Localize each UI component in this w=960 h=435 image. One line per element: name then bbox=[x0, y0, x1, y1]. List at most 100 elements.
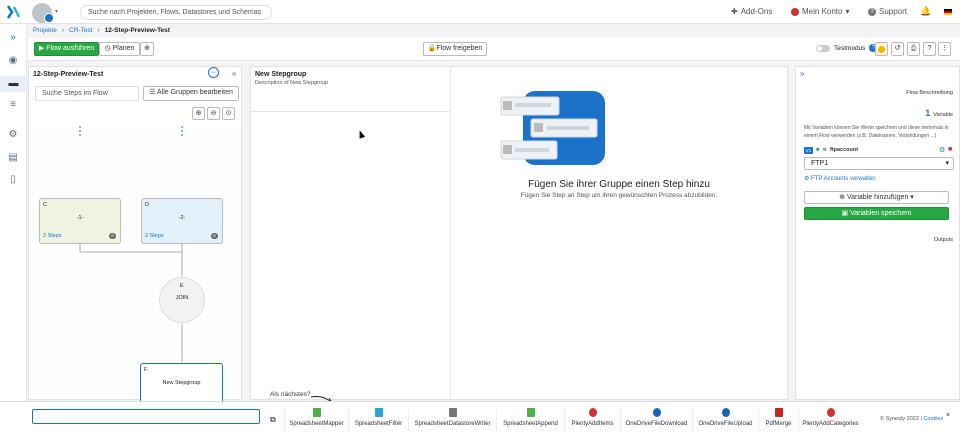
collapse-panel-icon[interactable]: « bbox=[232, 69, 236, 78]
pdf-icon bbox=[774, 408, 783, 417]
empty-steps-illustration bbox=[500, 91, 605, 165]
database-icon[interactable]: ≡ bbox=[6, 99, 20, 111]
german-flag-icon[interactable] bbox=[944, 9, 952, 15]
breadcrumb-projects[interactable]: Projekte bbox=[33, 27, 57, 34]
top-navbar: ▾ Suche nach Projekten, Flows, Datastore… bbox=[0, 0, 960, 24]
run-flow-button[interactable]: ▶ Flow ausführen bbox=[34, 42, 99, 56]
list-icon: ☰ bbox=[149, 89, 157, 96]
support-link[interactable]: ? Support bbox=[868, 7, 907, 16]
document-icon[interactable]: ▯ bbox=[6, 174, 20, 186]
filter-icon bbox=[374, 408, 383, 417]
zoom-in-icon: ⊕ bbox=[195, 110, 202, 117]
footer: © Synesty 2022 | Cookies bbox=[880, 416, 944, 422]
more-button[interactable]: ⋮ bbox=[938, 42, 951, 56]
component-item[interactable]: OneDriveFileUpload bbox=[692, 408, 758, 432]
next-step-hint: Als nächstes? bbox=[270, 391, 311, 398]
group-description: Description of New Stepgroup bbox=[255, 80, 329, 86]
step-search-input[interactable]: Suche Steps im Flow bbox=[35, 86, 139, 101]
connector-lines bbox=[79, 126, 183, 362]
status-button[interactable] bbox=[875, 42, 888, 56]
folder-icon[interactable]: ▬ bbox=[0, 76, 27, 92]
component-item[interactable]: PlentyAddItems bbox=[564, 408, 620, 432]
flow-structure-panel: 12-Step-Preview-Test « Suche Steps im Fl… bbox=[28, 66, 242, 409]
ftp-account-select[interactable]: FTP1 ▾ bbox=[804, 157, 954, 170]
testmode-toggle[interactable] bbox=[816, 44, 830, 52]
join-node[interactable]: E JOIN bbox=[159, 277, 205, 323]
breadcrumb-project[interactable]: CR-Test bbox=[69, 27, 92, 34]
component-item[interactable]: PdfMerge bbox=[758, 408, 798, 432]
zoom-in-button[interactable]: ⊕ bbox=[192, 107, 205, 120]
add-variable-button[interactable]: ⊕ Variable hinzufügen ▾ bbox=[804, 191, 949, 204]
status-dot-icon bbox=[878, 46, 885, 53]
flow-title: 12-Step-Preview-Test bbox=[33, 71, 104, 78]
step-group-node[interactable]: C -1- 2 Steps 6 bbox=[39, 198, 121, 244]
empty-state-subtitle: Fügen Sie Step an Step um ihren gewünsch… bbox=[520, 192, 718, 199]
avatar-badge-icon bbox=[44, 13, 54, 23]
question-icon: ? bbox=[927, 45, 932, 52]
print-button[interactable]: ⎙ bbox=[907, 42, 920, 56]
save-variables-button[interactable]: ▣ Variablen speichern bbox=[804, 207, 949, 220]
gear-icon[interactable]: ⚙ bbox=[939, 146, 945, 154]
edit-all-groups-button[interactable]: ☰ Alle Gruppen bearbeiten bbox=[143, 86, 239, 101]
puzzle-icon: ✚ bbox=[731, 7, 738, 16]
cloud-icon bbox=[652, 408, 661, 417]
component-item[interactable]: SpreadsheetDatastoreWriter bbox=[408, 408, 496, 432]
expand-panel-icon[interactable]: » bbox=[800, 69, 804, 78]
printer-icon: ⎙ bbox=[910, 45, 917, 52]
synesty-logo-icon[interactable] bbox=[6, 5, 22, 19]
cookies-link[interactable]: Cookies bbox=[923, 416, 943, 422]
step-group-panel: New Stepgroup Description of New Stepgro… bbox=[250, 66, 788, 400]
flow-toolbar: ▶ Flow ausführen ◷ Planen ⊕ 🔒Flow freige… bbox=[28, 38, 960, 61]
copy-icon[interactable]: ⧉ bbox=[270, 415, 276, 425]
group-title: New Stepgroup bbox=[255, 71, 307, 78]
empty-state-title: Fügen Sie ihrer Gruppe einen Step hinzu bbox=[528, 179, 710, 190]
component-item[interactable]: SpreadsheetAppend bbox=[496, 408, 564, 432]
step-group-node[interactable]: D -2- 2 Steps 6 bbox=[141, 198, 223, 244]
expand-sidebar-icon[interactable]: » bbox=[6, 32, 20, 44]
flow-canvas[interactable]: C -1- 2 Steps 6 D -2- 2 Steps 6 E JOIN F… bbox=[29, 124, 241, 409]
inbox-icon[interactable]: ▤ bbox=[6, 152, 20, 164]
trash-icon[interactable]: ■ bbox=[948, 146, 952, 153]
history-button[interactable]: ↺ bbox=[891, 42, 904, 56]
component-item[interactable]: PlentyAddCategories bbox=[798, 408, 862, 432]
variables-help-text: Mit Variablen können Sie Werte speichern… bbox=[804, 125, 949, 139]
breadcrumb: Projekte › CR-Test › 12-Step-Preview-Test bbox=[33, 27, 170, 34]
zoom-out-button[interactable]: ⊖ bbox=[207, 107, 220, 120]
globe-button[interactable]: ⊕ bbox=[140, 42, 154, 56]
chevron-down-icon[interactable]: ▾ bbox=[55, 8, 58, 15]
settings-icon[interactable]: ⚙ bbox=[6, 129, 20, 141]
zoom-out-icon: ⊖ bbox=[210, 110, 217, 117]
cloud-icon bbox=[721, 408, 730, 417]
divider bbox=[450, 67, 451, 399]
crosshair-icon: ⊙ bbox=[225, 110, 232, 117]
datastore-icon bbox=[448, 408, 457, 417]
share-flow-button[interactable]: 🔒Flow freigeben bbox=[423, 42, 487, 56]
help-icon: ? bbox=[868, 7, 876, 16]
left-rail: » ◉ ▬ ≡ ⚙ ▤ ▯ bbox=[0, 24, 27, 435]
spreadsheet-icon bbox=[526, 408, 535, 417]
component-item[interactable]: SpreadsheetFilter bbox=[348, 408, 408, 432]
outputs-label: Outputs bbox=[933, 237, 953, 243]
gears-icon: ⚙ bbox=[804, 176, 812, 182]
plentymarkets-icon bbox=[588, 408, 597, 417]
schedule-button[interactable]: ◷ Planen bbox=[99, 42, 140, 56]
manage-ftp-link[interactable]: ⚙ FTP Accounts verwalten bbox=[804, 175, 876, 182]
lock-icon: ■ bbox=[816, 147, 820, 153]
resize-handle-icon[interactable]: ↔ bbox=[208, 67, 219, 78]
wifi-icon: ≋ bbox=[822, 147, 827, 153]
bell-icon[interactable]: 🔔 bbox=[920, 6, 931, 17]
component-search-input[interactable] bbox=[32, 409, 260, 424]
undo-icon: ↺ bbox=[894, 45, 901, 52]
component-item[interactable]: OneDriveFileDownload bbox=[620, 408, 692, 432]
help-button[interactable]: ? bbox=[923, 42, 936, 56]
chevron-down-icon: ▾ bbox=[908, 194, 914, 201]
dashboard-icon[interactable]: ◉ bbox=[6, 55, 20, 67]
globe-icon: ⊕ bbox=[144, 45, 150, 52]
testmode-control: Testmodus ? bbox=[816, 44, 878, 52]
close-icon[interactable]: × bbox=[946, 412, 950, 419]
component-item[interactable]: SpreadsheetMapper bbox=[284, 408, 348, 432]
global-search-input[interactable]: Suche nach Projekten, Flows, Datastores … bbox=[80, 5, 272, 20]
account-menu[interactable]: Mein Konto ▾ bbox=[791, 7, 849, 16]
addons-link[interactable]: ✚ Add-Ons bbox=[731, 7, 772, 16]
fit-view-button[interactable]: ⊙ bbox=[222, 107, 235, 120]
